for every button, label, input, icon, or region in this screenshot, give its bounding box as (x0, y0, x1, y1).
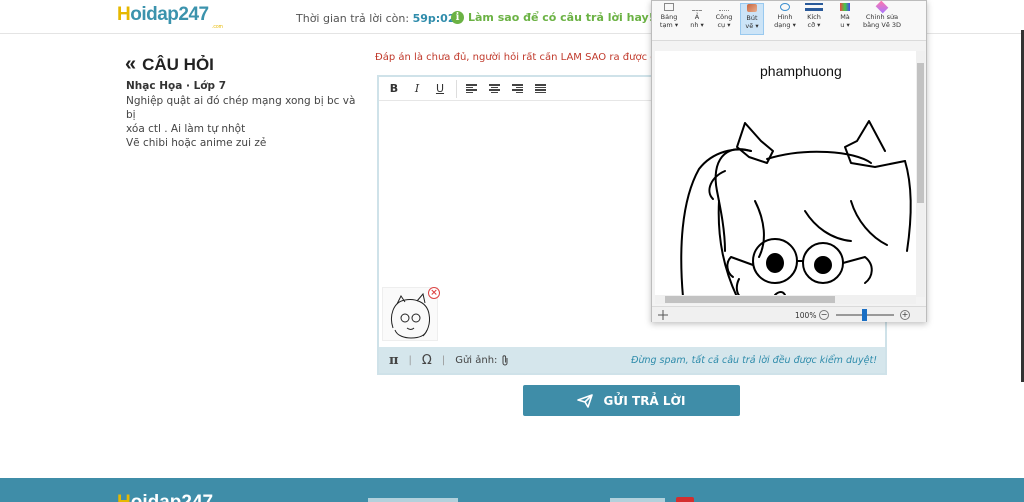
footer-link[interactable] (610, 498, 665, 502)
good-answer-tip-link[interactable]: i Làm sao để có câu trả lời hay! (451, 11, 654, 24)
ribbon-label: Hình dạng ▾ (774, 13, 796, 29)
zoom-out-button[interactable]: − (819, 310, 829, 320)
ribbon-label: Ả nh ▾ (690, 13, 704, 29)
horizontal-scrollbar[interactable] (655, 295, 916, 304)
ribbon-label: Bảng tạm ▾ (659, 13, 679, 29)
special-char-button[interactable]: Ω (422, 353, 432, 368)
bold-button[interactable]: B (385, 80, 403, 98)
youtube-icon[interactable] (676, 497, 694, 502)
tip-text: Làm sao để có câu trả lời hay! (468, 11, 654, 24)
math-formula-button[interactable]: π (389, 353, 399, 368)
question-meta: Nhạc Họa · Lớp 7 (126, 80, 226, 92)
question-body: Nghiệp quật ai đó chép mạng xong bị bc v… (126, 94, 361, 150)
clipboard-button[interactable]: Bảng tạm ▾ (656, 3, 682, 29)
logo-letter: H (117, 4, 131, 25)
ribbon-label: Kích cỡ ▾ (807, 13, 821, 29)
italic-button[interactable]: I (408, 80, 426, 98)
footer-link[interactable] (368, 498, 458, 502)
align-left-icon (465, 84, 477, 93)
send-icon (577, 393, 594, 408)
brush-icon (747, 4, 757, 12)
align-left-button[interactable] (462, 80, 480, 98)
scroll-thumb[interactable] (665, 296, 835, 303)
question-title-text: CÂU HỎI (142, 55, 214, 74)
colors-button[interactable]: Mà u ▾ (836, 3, 854, 29)
site-footer: Hoidap247 (0, 478, 1024, 502)
ribbon-label: Công cụ ▾ (715, 13, 733, 29)
toolbar-divider (456, 79, 457, 98)
paint-canvas[interactable]: phamphuong (655, 51, 917, 297)
logo-suffix: .com (212, 24, 223, 30)
edit-with-paint3d-button[interactable]: Chỉnh sửa bằng Vẽ 3D (860, 0, 904, 29)
question-line: Vẽ chibi hoặc anime zui zẻ (126, 137, 267, 149)
scroll-thumb[interactable] (917, 63, 924, 203)
logo-letter: H (117, 492, 131, 502)
info-icon: i (451, 11, 464, 24)
align-right-icon (511, 84, 523, 93)
justify-button[interactable] (531, 80, 549, 98)
answer-timer: Thời gian trả lời còn: 59p:02s (296, 12, 462, 25)
submit-label: GỬI TRẢ LỜI (603, 393, 686, 408)
logo-text: oidap247 (130, 4, 209, 25)
ribbon-label: Mà u ▾ (840, 13, 850, 29)
submit-answer-button[interactable]: GỬI TRẢ LỜI (523, 385, 740, 416)
zoom-level: 100% (795, 311, 817, 320)
question-line: xóa ctl . Ai làm tự nhột (126, 123, 246, 135)
paperclip-icon[interactable] (501, 354, 509, 366)
align-center-icon (488, 84, 500, 93)
bottom-divider: | (408, 354, 412, 366)
image-button[interactable]: Ả nh ▾ (686, 3, 708, 29)
chibi-drawing (680, 120, 912, 297)
timer-label: Thời gian trả lời còn: (296, 12, 410, 25)
answer-warning: Đáp án là chưa đủ, người hỏi rất cần LÀM… (375, 52, 655, 63)
footer-logo[interactable]: Hoidap247 (117, 492, 213, 502)
bottom-divider: | (441, 354, 446, 366)
paint-status-bar: 100% − + (652, 306, 926, 322)
palette-icon (840, 3, 850, 11)
align-right-button[interactable] (508, 80, 526, 98)
cursor-position-icon (658, 310, 668, 320)
underline-button[interactable]: U (431, 80, 449, 98)
logo-text: oidap247 (131, 492, 213, 502)
double-chevron-left-icon: « (125, 53, 137, 75)
remove-image-icon[interactable]: × (428, 287, 440, 299)
tools-icon (719, 3, 729, 11)
vertical-scrollbar[interactable] (916, 51, 925, 297)
align-center-button[interactable] (485, 80, 503, 98)
zoom-slider-handle[interactable] (862, 309, 867, 321)
question-line: Nghiệp quật ai đó chép mạng xong bị bc v… (126, 95, 356, 121)
moderation-note: Đừng spam, tất cả câu trả lời đều được k… (631, 355, 877, 366)
ribbon-label: Chỉnh sửa bằng Vẽ 3D (862, 13, 902, 29)
site-logo[interactable]: Hoidap247 .com (117, 4, 223, 30)
shapes-button[interactable]: Hình dạng ▾ (772, 3, 798, 29)
paint-ribbon: Bảng tạm ▾ Ả nh ▾ Công cụ ▾ Bút vẽ ▾ Hìn… (652, 0, 926, 41)
send-image-label: Gửi ảnh: (455, 354, 498, 366)
justify-icon (534, 84, 546, 93)
tools-button[interactable]: Công cụ ▾ (712, 3, 736, 29)
clipboard-icon (664, 3, 674, 11)
editor-bottom-bar: π | Ω | Gửi ảnh: Đừng spam, tất cả câu t… (379, 347, 885, 373)
zoom-in-button[interactable]: + (900, 310, 910, 320)
ribbon-label: Bút vẽ ▾ (745, 14, 759, 30)
question-title[interactable]: « CÂU HỎI (125, 53, 214, 76)
size-button[interactable]: Kích cỡ ▾ (802, 3, 826, 29)
brushes-button[interactable]: Bút vẽ ▾ (740, 3, 764, 35)
paint3d-icon (875, 0, 889, 14)
paint-window[interactable]: Bảng tạm ▾ Ả nh ▾ Công cụ ▾ Bút vẽ ▾ Hìn… (651, 0, 927, 322)
page: Hoidap247 .com Thời gian trả lời còn: 59… (0, 0, 1024, 502)
size-icon (805, 3, 823, 11)
shapes-icon (780, 3, 790, 11)
select-icon (692, 3, 702, 11)
